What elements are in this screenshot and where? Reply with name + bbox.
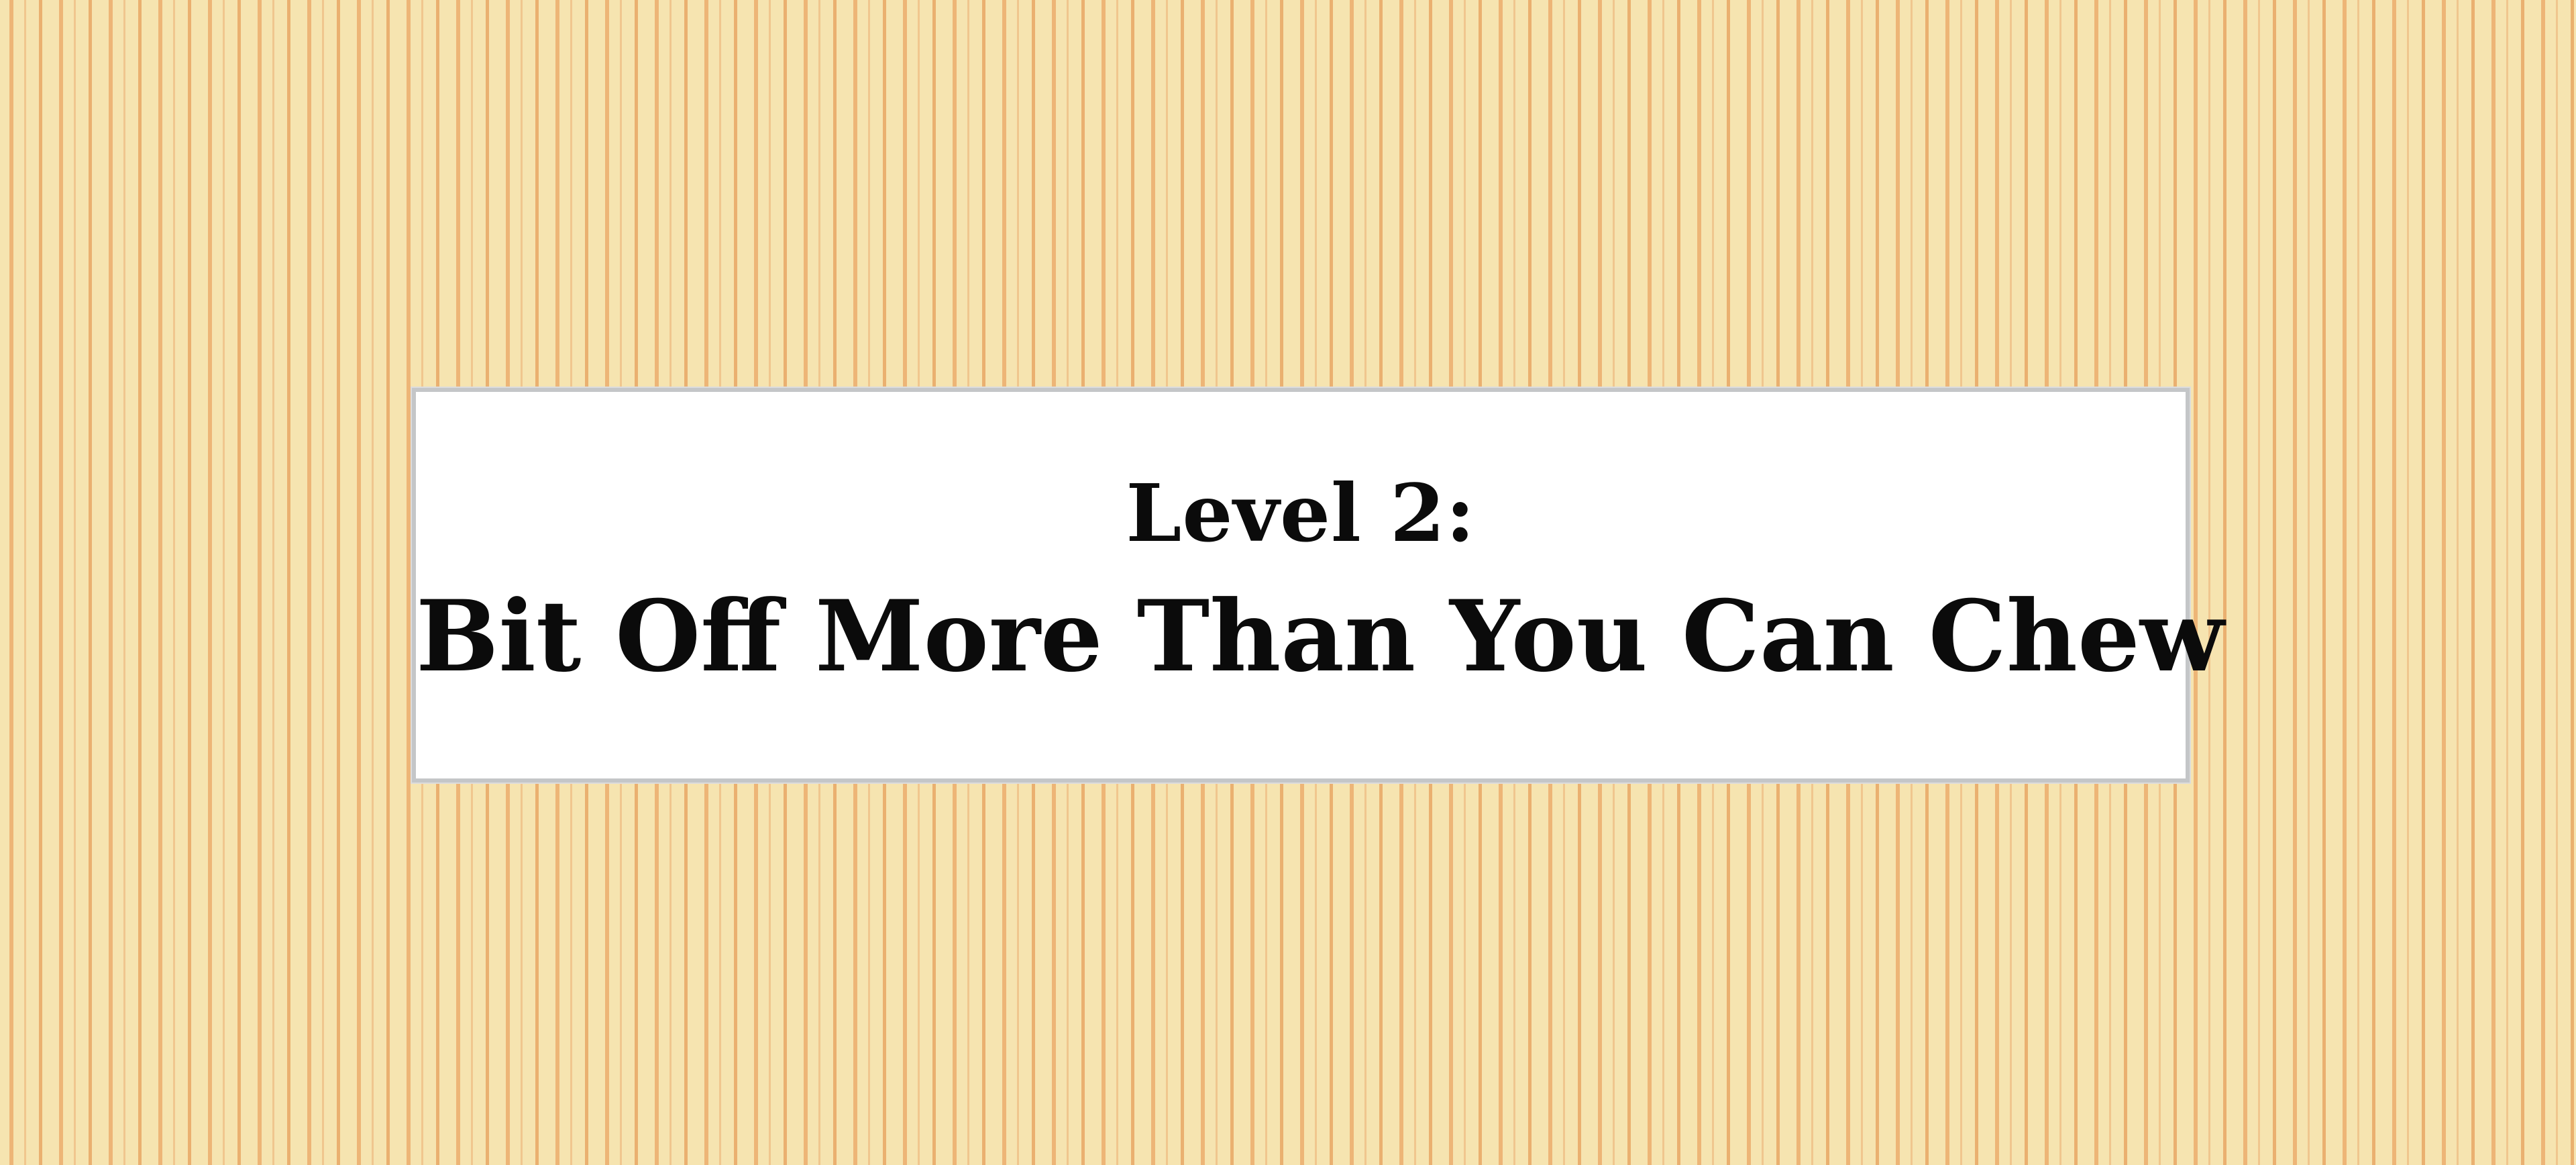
level-number-label: Level 2: [1126,466,1476,560]
level-title-card: Level 2: Bit Off More Than You Can Chew [412,388,2224,782]
level-name-title: Bit Off More Than You Can Chew [416,579,2224,694]
